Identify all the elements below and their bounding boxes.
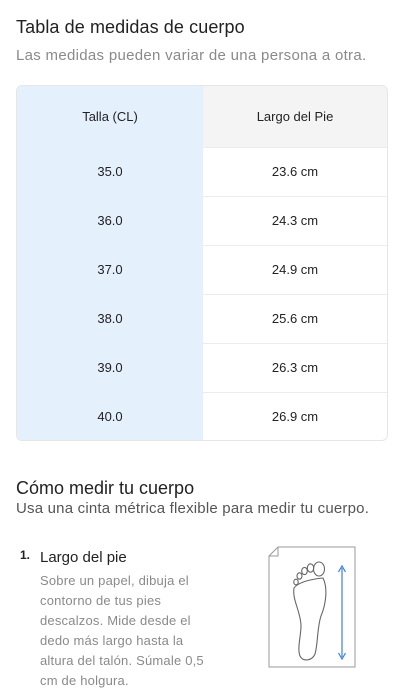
column-header-size: Talla (CL) xyxy=(82,109,138,124)
size-chart-page: Tabla de medidas de cuerpo Las medidas p… xyxy=(0,0,400,694)
table-cell-size: 38.0 xyxy=(97,311,123,326)
table-cell-size: 39.0 xyxy=(97,360,123,375)
foot-measure-illustration xyxy=(268,546,356,668)
column-header-foot-length: Largo del Pie xyxy=(256,109,334,124)
section-title: Cómo medir tu cuerpo xyxy=(16,478,195,498)
table-cell-size: 35.0 xyxy=(97,164,123,179)
table-cell-size: 37.0 xyxy=(97,262,123,277)
table-cell-foot-length: 25.6 cm xyxy=(271,311,319,326)
size-table: Talla (CL) Largo del Pie 35.0 23.6 cm 36… xyxy=(16,85,388,441)
table-cell-foot-length: 24.9 cm xyxy=(271,262,319,277)
table-cell-foot-length: 26.9 cm xyxy=(271,409,319,424)
table-cell-size: 40.0 xyxy=(97,409,123,424)
table-cell-size: 36.0 xyxy=(97,213,123,228)
table-cell-foot-length: 24.3 cm xyxy=(271,213,319,228)
page-title: Tabla de medidas de cuerpo xyxy=(16,17,245,37)
step-number: 1. xyxy=(20,548,31,562)
step-description: Sobre un papel, dibuja el contorno de tu… xyxy=(40,573,204,688)
foot-outline-icon xyxy=(268,546,356,668)
section-description: Usa una cinta métrica flexible para medi… xyxy=(16,500,370,517)
table-cell-foot-length: 23.6 cm xyxy=(271,164,319,179)
table-cell-foot-length: 26.3 cm xyxy=(271,360,319,375)
page-subtitle: Las medidas pueden variar de una persona… xyxy=(16,47,367,64)
step-title: Largo del pie xyxy=(40,549,127,566)
